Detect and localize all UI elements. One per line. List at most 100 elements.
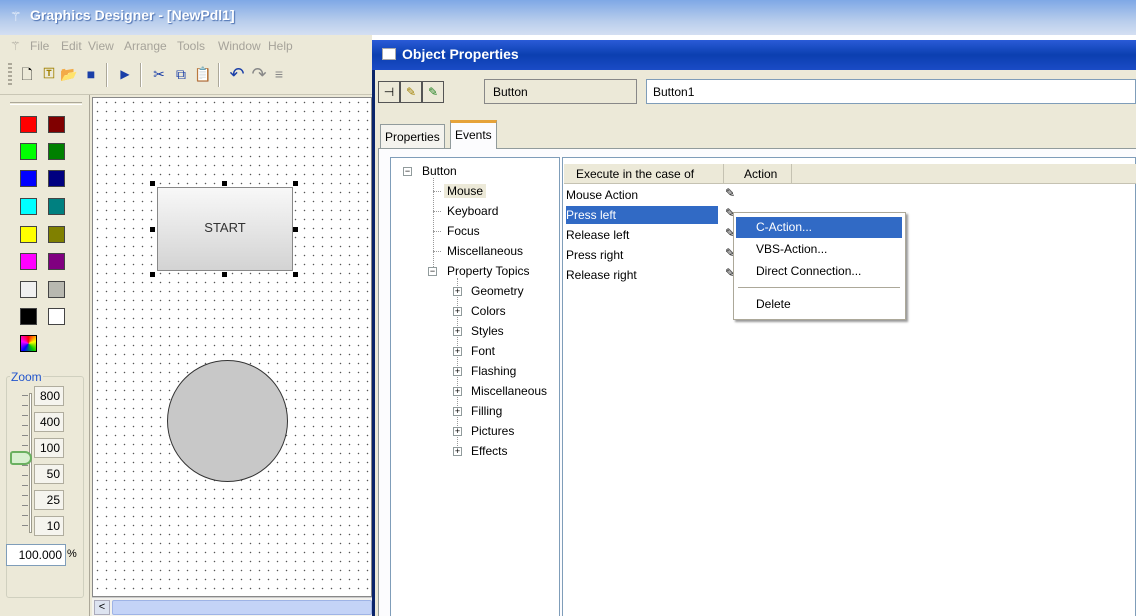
menu-help[interactable]: Help	[268, 39, 293, 53]
color-swatch-light-gray[interactable]	[20, 281, 37, 298]
menu-item-vbs-action[interactable]: VBS-Action...	[736, 239, 902, 260]
cut-icon[interactable]: ✂	[150, 65, 168, 83]
tree-node-geometry[interactable]: Geometry	[471, 284, 524, 298]
zoom-slider-thumb[interactable]	[10, 451, 32, 465]
color-swatch-white[interactable]	[48, 308, 65, 325]
selection-handle[interactable]	[222, 272, 227, 277]
zoom-100-button[interactable]: 100	[34, 438, 64, 458]
expand-button-icon[interactable]: +	[453, 407, 462, 416]
copy-property-icon[interactable]: ✎	[400, 81, 422, 103]
expand-button-icon[interactable]: +	[453, 367, 462, 376]
column-header-execute[interactable]: Execute in the case of	[564, 164, 724, 184]
new-file-icon[interactable]: 🗋	[18, 65, 36, 83]
selection-handle[interactable]	[293, 227, 298, 232]
collapse-button-icon[interactable]: −	[428, 267, 437, 276]
scroll-left-icon[interactable]: <	[94, 600, 110, 615]
expand-button-icon[interactable]: +	[453, 327, 462, 336]
tab-events[interactable]: Events	[450, 120, 497, 149]
color-swatch-cyan[interactable]	[20, 198, 37, 215]
selection-handle[interactable]	[222, 181, 227, 186]
tree-node-mouse[interactable]: Mouse	[444, 184, 487, 198]
zoom-50-button[interactable]: 50	[34, 464, 64, 484]
expand-button-icon[interactable]: +	[453, 287, 462, 296]
new-template-icon[interactable]: 🅃	[40, 65, 58, 83]
toolbar-grip[interactable]	[8, 63, 12, 87]
event-row-release-left[interactable]: Release left	[566, 226, 716, 244]
selection-handle[interactable]	[150, 272, 155, 277]
paste-property-icon[interactable]: ✎	[422, 81, 444, 103]
color-swatch-olive[interactable]	[48, 226, 65, 243]
dialog-title-bar[interactable]: Object Properties	[372, 40, 1136, 70]
color-swatch-magenta[interactable]	[20, 253, 37, 270]
color-swatch-navy[interactable]	[48, 170, 65, 187]
color-swatch-purple[interactable]	[48, 253, 65, 270]
menu-view[interactable]: View	[88, 39, 114, 53]
start-button-object[interactable]: START	[157, 187, 293, 271]
color-swatch-dark-red[interactable]	[48, 116, 65, 133]
tree-node-keyboard[interactable]: Keyboard	[447, 204, 498, 218]
expand-button-icon[interactable]: +	[453, 427, 462, 436]
scrollbar-thumb[interactable]	[112, 600, 372, 615]
event-row-press-left[interactable]: Press left	[566, 206, 718, 224]
tree-node-pictures[interactable]: Pictures	[471, 424, 514, 438]
menu-item-direct-connection[interactable]: Direct Connection...	[736, 261, 902, 282]
expand-button-icon[interactable]: +	[453, 307, 462, 316]
event-row-release-right[interactable]: Release right	[566, 266, 716, 284]
menu-file[interactable]: File	[30, 39, 49, 53]
tree-node-flashing[interactable]: Flashing	[471, 364, 516, 378]
undo-icon[interactable]: ↶	[228, 65, 246, 83]
expand-button-icon[interactable]: +	[453, 447, 462, 456]
expand-button-icon[interactable]: +	[453, 347, 462, 356]
color-swatch-yellow[interactable]	[20, 226, 37, 243]
circle-object[interactable]	[167, 360, 288, 482]
tab-properties[interactable]: Properties	[380, 124, 445, 149]
menu-window[interactable]: Window	[218, 39, 261, 53]
tree-node-filling[interactable]: Filling	[471, 404, 502, 418]
tree-node-colors[interactable]: Colors	[471, 304, 506, 318]
color-swatch-red[interactable]	[20, 116, 37, 133]
tree-node-font[interactable]: Font	[471, 344, 495, 358]
collapse-button-icon[interactable]: −	[403, 167, 412, 176]
selection-handle[interactable]	[293, 181, 298, 186]
tree-node-styles[interactable]: Styles	[471, 324, 504, 338]
open-folder-icon[interactable]: 📂	[60, 65, 78, 83]
selection-handle[interactable]	[150, 227, 155, 232]
selection-handle[interactable]	[150, 181, 155, 186]
zoom-400-button[interactable]: 400	[34, 412, 64, 432]
color-swatch-teal[interactable]	[48, 198, 65, 215]
copy-icon[interactable]: ⧉	[172, 65, 190, 83]
tree-node-miscellaneous-topic[interactable]: Miscellaneous	[471, 384, 547, 398]
menu-edit[interactable]: Edit	[61, 39, 82, 53]
zoom-800-button[interactable]: 800	[34, 386, 64, 406]
drawing-canvas[interactable]	[92, 97, 372, 597]
redo-icon[interactable]: ↷	[250, 65, 268, 83]
zoom-25-button[interactable]: 25	[34, 490, 64, 510]
color-swatch-black[interactable]	[20, 308, 37, 325]
event-row-press-right[interactable]: Press right	[566, 246, 716, 264]
color-swatch-blue[interactable]	[20, 170, 37, 187]
column-header-action[interactable]: Action	[724, 164, 792, 184]
zoom-value-field[interactable]: 100.000	[6, 544, 66, 566]
paste-icon[interactable]: 📋	[194, 65, 212, 83]
save-icon[interactable]: ■	[82, 65, 100, 83]
selection-handle[interactable]	[293, 272, 298, 277]
event-row-mouse-action[interactable]: Mouse Action	[566, 186, 716, 204]
app-menu-icon[interactable]: ⚚	[10, 39, 24, 53]
color-swatch-green[interactable]	[20, 143, 37, 160]
menu-item-delete[interactable]: Delete	[736, 294, 902, 315]
tree-node-miscellaneous[interactable]: Miscellaneous	[447, 244, 523, 258]
zoom-10-button[interactable]: 10	[34, 516, 64, 536]
tree-node-focus[interactable]: Focus	[447, 224, 480, 238]
menu-tools[interactable]: Tools	[177, 39, 205, 53]
pin-icon[interactable]: ⊣	[378, 81, 400, 103]
more-tools-icon[interactable]: ≡	[270, 65, 288, 83]
horizontal-scrollbar[interactable]: <	[92, 597, 372, 616]
color-swatch-dark-green[interactable]	[48, 143, 65, 160]
tree-node-button[interactable]: Button	[422, 164, 457, 178]
tree-node-property-topics[interactable]: Property Topics	[447, 264, 529, 278]
menu-item-c-action[interactable]: C-Action...	[736, 217, 902, 238]
color-swatch-gray[interactable]	[48, 281, 65, 298]
action-lightning-icon[interactable]: ✎	[725, 186, 735, 200]
object-name-field[interactable]: Button1	[646, 79, 1136, 104]
tree-node-effects[interactable]: Effects	[471, 444, 507, 458]
